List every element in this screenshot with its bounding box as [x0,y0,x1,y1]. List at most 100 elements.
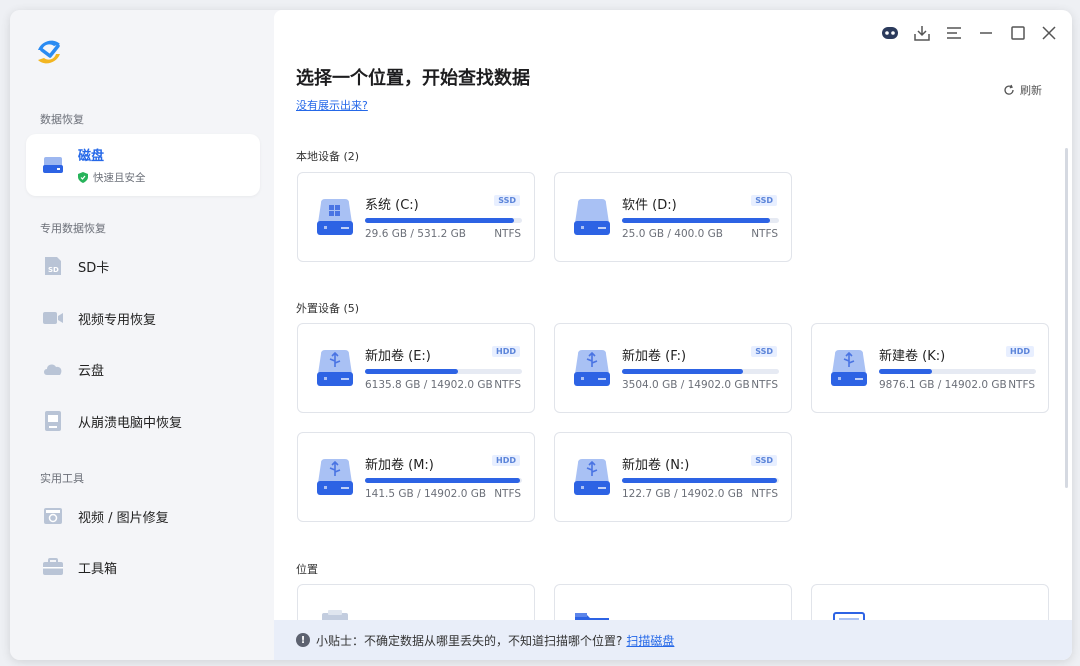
sidebar-item-toolbox-label: 工具箱 [78,561,118,577]
scrollbar[interactable] [1065,148,1068,488]
sidebar: 数据恢复 磁盘 快速且安全 专用数据恢复 SD SD卡 视频专用恢复 云盘 从崩… [10,10,274,660]
refresh-icon [1004,84,1014,95]
windows-drive-icon [317,199,353,235]
photo-repair-icon [42,505,64,527]
section-label-special: 专用数据恢复 [40,222,106,235]
sidebar-item-toolbox[interactable]: 工具箱 [26,544,260,590]
sd-card-icon: SD [42,255,64,277]
usb-drive-icon [317,350,353,386]
sidebar-item-disk-label: 磁盘 [78,149,105,164]
video-camera-icon [42,307,64,329]
download-icon[interactable] [911,22,933,44]
drive-type-badge: SSD [751,455,777,466]
section-label-tools: 实用工具 [40,472,84,485]
drive-name: 系统 (C:) [365,198,419,213]
usb-drive-icon [574,459,610,495]
sidebar-item-cloud-label: 云盘 [78,363,105,379]
location-label: 位置 [296,563,318,576]
local-devices-label: 本地设备 (2) [296,150,360,163]
main-panel: 选择一个位置，开始查找数据 没有展示出来? 刷新 本地设备 (2) 系统 (C:… [274,10,1072,660]
minimize-icon[interactable] [975,22,997,44]
maximize-icon[interactable] [1007,22,1029,44]
drive-type-badge: SSD [494,195,520,206]
drive-size: 6135.8 GB / 14902.0 GB [365,379,493,391]
sidebar-item-crashed-pc-label: 从崩溃电脑中恢复 [78,415,183,431]
section-label-data-recovery: 数据恢复 [40,113,84,126]
drive-name: 软件 (D:) [622,198,677,213]
drive-card-e[interactable]: 新加卷 (E:) HDD 6135.8 GB / 14902.0 GB NTFS [297,323,535,413]
usage-bar-fill [365,369,458,374]
page-title: 选择一个位置，开始查找数据 [296,68,530,89]
usb-drive-icon [574,350,610,386]
drive-size: 9876.1 GB / 14902.0 GB [879,379,1007,391]
drive-filesystem: NTFS [494,488,521,500]
usage-bar-fill [622,478,778,483]
shield-icon [78,172,88,183]
drive-card-k[interactable]: 新建卷 (K:) HDD 9876.1 GB / 14902.0 GB NTFS [811,323,1049,413]
usage-bar [622,369,779,374]
sidebar-item-crashed-pc[interactable]: 从崩溃电脑中恢复 [26,398,260,444]
sidebar-item-video-recovery[interactable]: 视频专用恢复 [26,295,260,341]
drive-name: 新加卷 (N:) [622,458,690,473]
sidebar-item-sd-card-label: SD卡 [78,260,110,276]
menu-icon[interactable] [943,22,965,44]
sidebar-item-sd-card[interactable]: SD SD卡 [26,243,260,289]
scan-disk-link[interactable]: 扫描磁盘 [626,632,674,649]
not-shown-link[interactable]: 没有展示出来? [296,97,368,113]
close-icon[interactable] [1038,22,1060,44]
drive-card-m[interactable]: 新加卷 (M:) HDD 141.5 GB / 14902.0 GB NTFS [297,432,535,522]
sidebar-item-disk-sub: 快速且安全 [78,170,146,185]
usb-drive-icon [831,350,867,386]
sidebar-item-video-recovery-label: 视频专用恢复 [78,312,157,328]
cloud-icon [42,358,64,380]
drive-card-d[interactable]: 软件 (D:) SSD 25.0 GB / 400.0 GB NTFS [554,172,792,262]
drive-card-n[interactable]: 新加卷 (N:) SSD 122.7 GB / 14902.0 GB NTFS [554,432,792,522]
disk-icon [42,154,64,176]
usage-bar-fill [365,478,521,483]
drive-type-badge: HDD [1006,346,1034,357]
drive-size: 122.7 GB / 14902.0 GB [622,488,744,500]
crashed-pc-icon [42,410,64,432]
drive-name: 新加卷 (M:) [365,458,434,473]
refresh-button[interactable]: 刷新 [1003,82,1042,98]
drive-name: 新建卷 (K:) [879,349,946,364]
usage-bar-fill [622,369,743,374]
sidebar-item-video-photo-repair[interactable]: 视频 / 图片修复 [26,493,260,539]
hard-drive-icon [574,199,610,235]
drive-size: 3504.0 GB / 14902.0 GB [622,379,750,391]
usage-bar [622,478,779,483]
usage-bar [365,478,522,483]
usb-drive-icon [317,459,353,495]
disk-sub-text: 快速且安全 [93,172,146,184]
toolbox-icon [42,556,64,578]
assistant-icon[interactable] [879,22,901,44]
sidebar-item-cloud[interactable]: 云盘 [26,346,260,392]
app-window: 数据恢复 磁盘 快速且安全 专用数据恢复 SD SD卡 视频专用恢复 云盘 从崩… [10,10,1072,660]
external-devices-label: 外置设备 (5) [296,302,360,315]
tip-text: 小贴士：不确定数据从哪里丢失的，不知道扫描哪个位置? [316,633,623,648]
drive-size: 141.5 GB / 14902.0 GB [365,488,487,500]
usage-bar [622,218,779,223]
drive-type-badge: SSD [751,346,777,357]
drive-filesystem: NTFS [494,379,521,391]
drive-name: 新加卷 (E:) [365,349,431,364]
sidebar-item-disk[interactable]: 磁盘 快速且安全 [26,134,260,196]
tip-bar: ! 小贴士：不确定数据从哪里丢失的，不知道扫描哪个位置? 扫描磁盘 [274,620,1072,660]
drive-card-c[interactable]: 系统 (C:) SSD 29.6 GB / 531.2 GB NTFS [297,172,535,262]
drive-type-badge: SSD [751,195,777,206]
drive-filesystem: NTFS [751,379,778,391]
drive-filesystem: NTFS [751,488,778,500]
usage-bar-fill [622,218,770,223]
drive-name: 新加卷 (F:) [622,349,687,364]
drive-type-badge: HDD [492,346,520,357]
drive-size: 29.6 GB / 531.2 GB [365,228,467,240]
sidebar-item-video-photo-repair-label: 视频 / 图片修复 [78,510,169,526]
drive-filesystem: NTFS [1008,379,1035,391]
usage-bar [365,218,522,223]
refresh-label: 刷新 [1020,84,1042,97]
drive-filesystem: NTFS [494,228,521,240]
drive-filesystem: NTFS [751,228,778,240]
usage-bar-fill [365,218,515,223]
drive-card-f[interactable]: 新加卷 (F:) SSD 3504.0 GB / 14902.0 GB NTFS [554,323,792,413]
drive-size: 25.0 GB / 400.0 GB [622,228,724,240]
